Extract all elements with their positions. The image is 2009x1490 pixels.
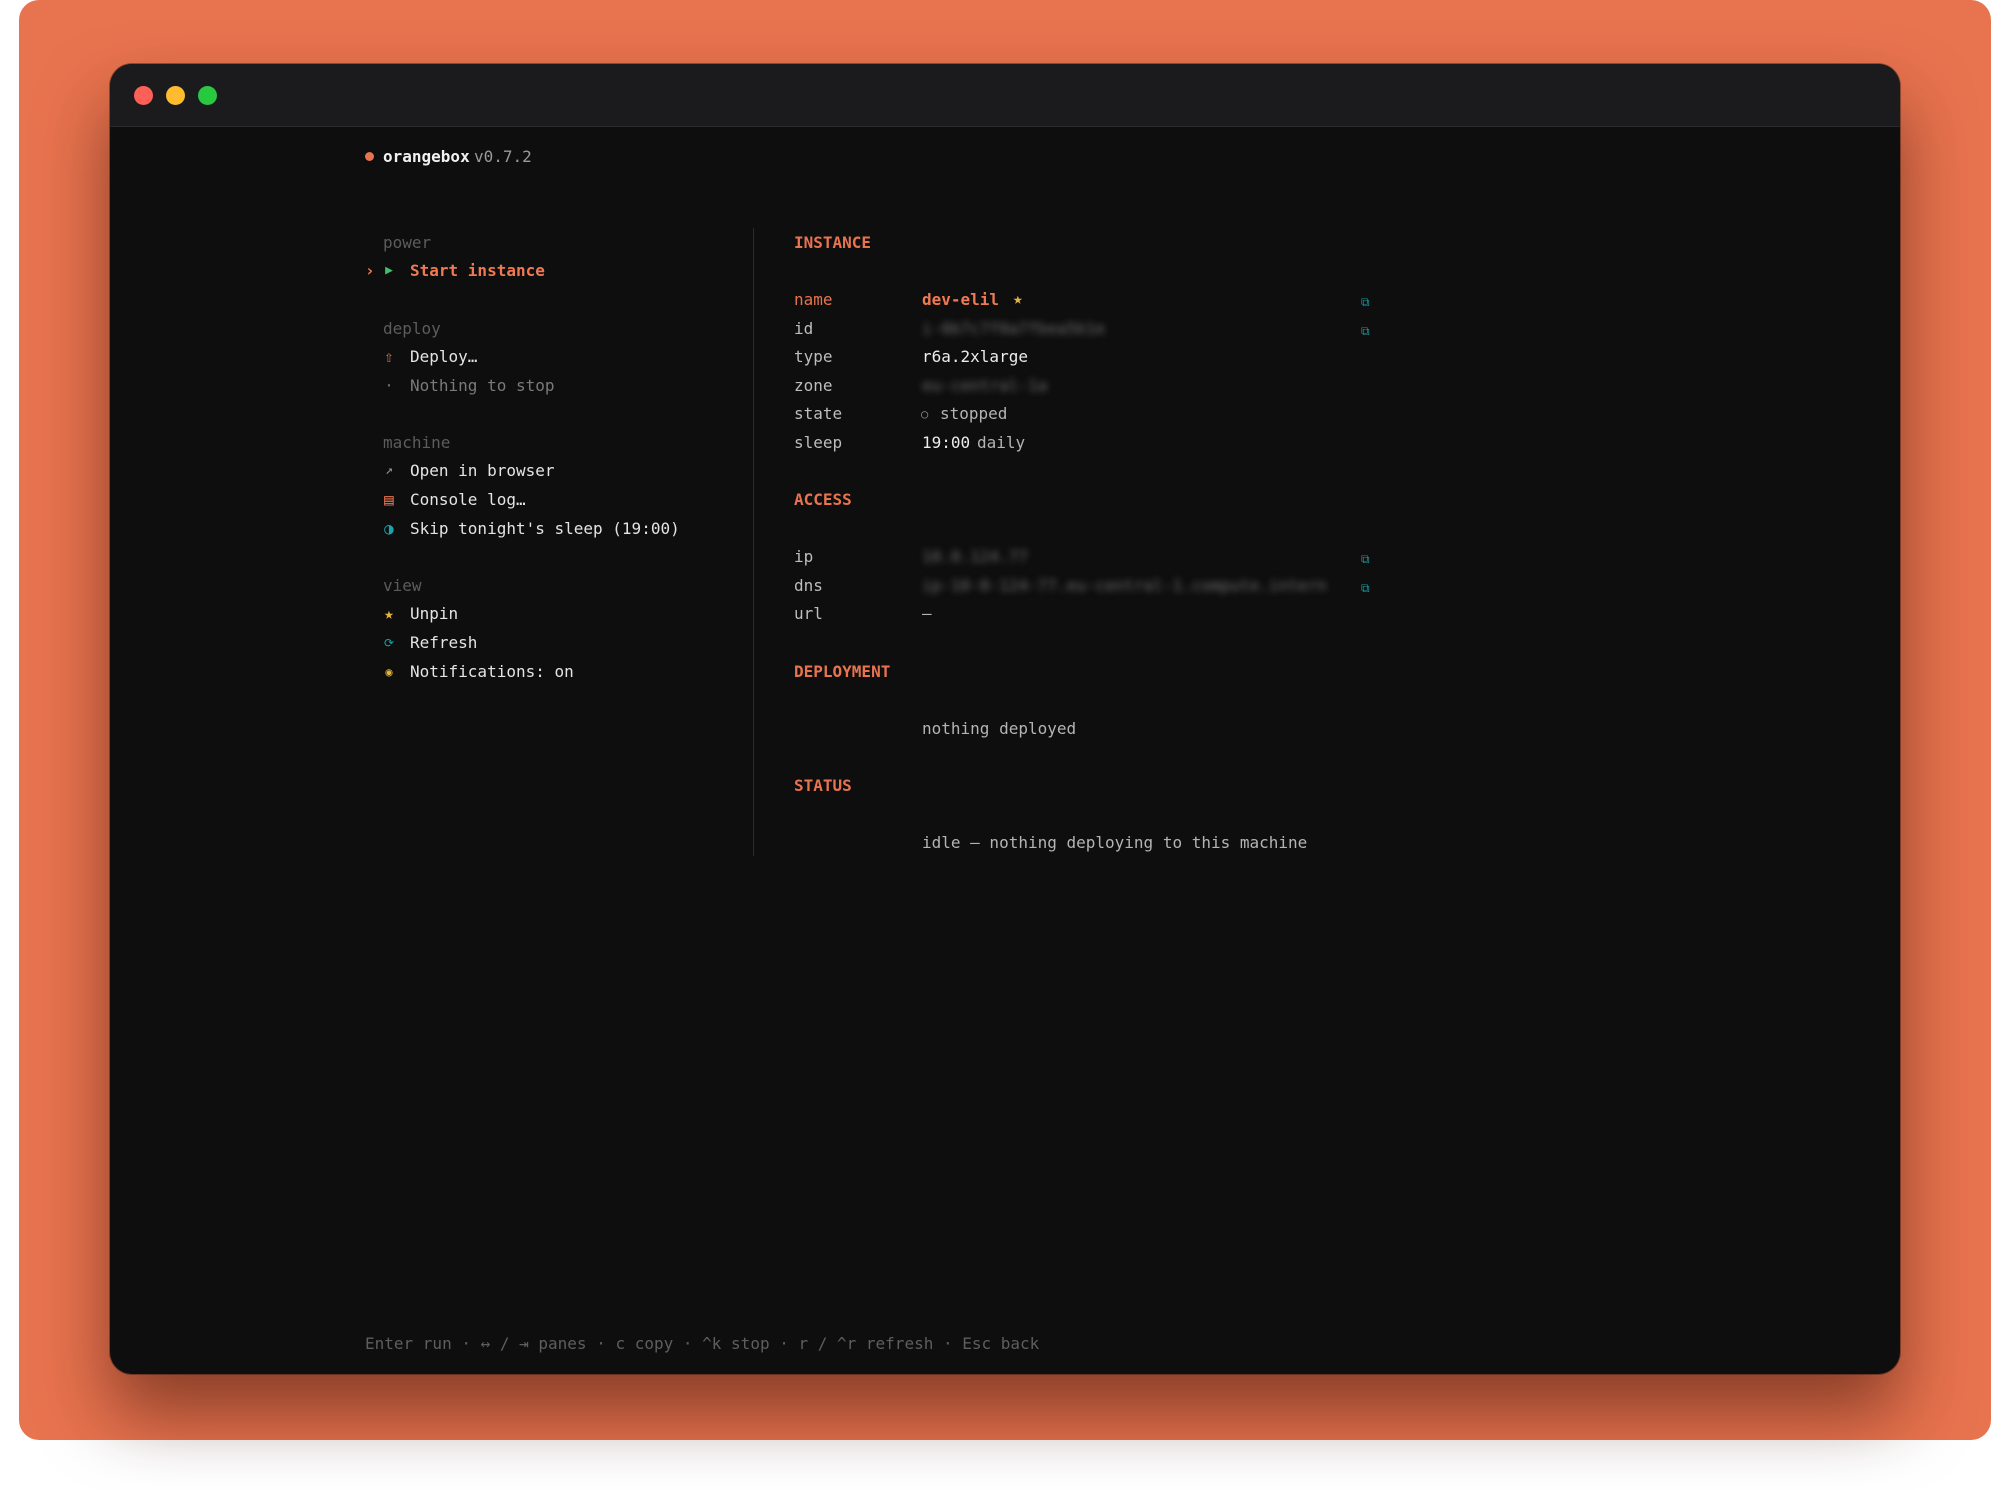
deployment-text: nothing deployed	[922, 719, 1077, 738]
group-heading-power: power	[383, 233, 432, 252]
app-version: v0.7.2	[474, 147, 532, 166]
copy-icon[interactable]: ⧉	[1361, 321, 1370, 341]
pinned-star-icon: ★	[1013, 289, 1023, 308]
play-icon: ▶	[385, 263, 393, 278]
refresh-icon: ⟳	[383, 636, 395, 650]
external-link-icon: ↗	[385, 463, 393, 478]
bell-icon: ◉	[385, 665, 393, 679]
group-heading-view: view	[383, 576, 422, 595]
status-text: idle — nothing deploying to this machine	[922, 833, 1308, 852]
ip-value: 10.0.124.77	[922, 547, 1028, 566]
url-value: —	[922, 604, 932, 623]
group-heading-machine: machine	[383, 433, 451, 452]
field-key: type	[794, 347, 833, 366]
menu-item-label: Refresh	[410, 633, 478, 652]
brand-dot-icon	[365, 152, 374, 161]
log-icon: ▤	[384, 490, 394, 509]
instance-id-value: i-0b7c7f0a7fbea5b1e	[922, 319, 1106, 338]
section-heading-status: STATUS	[794, 776, 852, 795]
field-key: sleep	[794, 433, 843, 452]
section-heading-instance: INSTANCE	[794, 233, 872, 252]
sleep-frequency: daily	[977, 433, 1026, 452]
menu-item-label: Nothing to stop	[410, 376, 555, 395]
terminal-content: orangebox v0.7.2 power › ▶ Start instanc…	[110, 64, 1900, 1374]
pane-divider[interactable]	[753, 228, 754, 856]
instance-zone-value: eu-central-1a	[922, 376, 1048, 395]
section-heading-deployment: DEPLOYMENT	[794, 662, 891, 681]
selection-caret-icon: ›	[365, 261, 375, 280]
menu-item-label: Console log…	[410, 490, 526, 509]
section-heading-access: ACCESS	[794, 490, 852, 509]
menu-item-label: Deploy…	[410, 347, 478, 366]
field-key: url	[794, 604, 823, 623]
instance-type-value: r6a.2xlarge	[922, 347, 1028, 366]
sleep-time: 19:00	[922, 433, 971, 452]
instance-name: dev-elil	[922, 290, 1000, 309]
field-key: dns	[794, 576, 823, 595]
half-moon-icon: ◑	[384, 519, 394, 538]
menu-item-label: Unpin	[410, 604, 459, 623]
menu-item-label: Open in browser	[410, 461, 555, 480]
field-key: ip	[794, 547, 814, 566]
dot-icon: ·	[384, 376, 394, 395]
group-heading-deploy: deploy	[383, 319, 441, 338]
field-key: id	[794, 319, 814, 338]
copy-icon[interactable]: ⧉	[1361, 549, 1370, 569]
stopped-circle-icon: ○	[921, 407, 929, 421]
menu-item-label: Start instance	[410, 261, 545, 280]
field-key: name	[794, 290, 833, 309]
field-key: zone	[794, 376, 833, 395]
instance-state-value: stopped	[940, 404, 1008, 423]
dns-value: ip-10-0-124-77.eu-central-1.compute.inte…	[922, 576, 1326, 595]
keybinding-hints: Enter run · ↔ / ⇥ panes · c copy · ^k st…	[365, 1334, 1040, 1353]
copy-icon[interactable]: ⧉	[1361, 292, 1370, 312]
menu-item-label: Skip tonight's sleep (19:00)	[410, 519, 680, 538]
upload-icon: ⇧	[384, 347, 394, 366]
star-icon: ★	[384, 604, 394, 623]
app-name: orangebox	[383, 147, 470, 166]
field-key: state	[794, 404, 843, 423]
menu-item-label: Notifications: on	[410, 662, 574, 681]
copy-icon[interactable]: ⧉	[1361, 578, 1370, 598]
